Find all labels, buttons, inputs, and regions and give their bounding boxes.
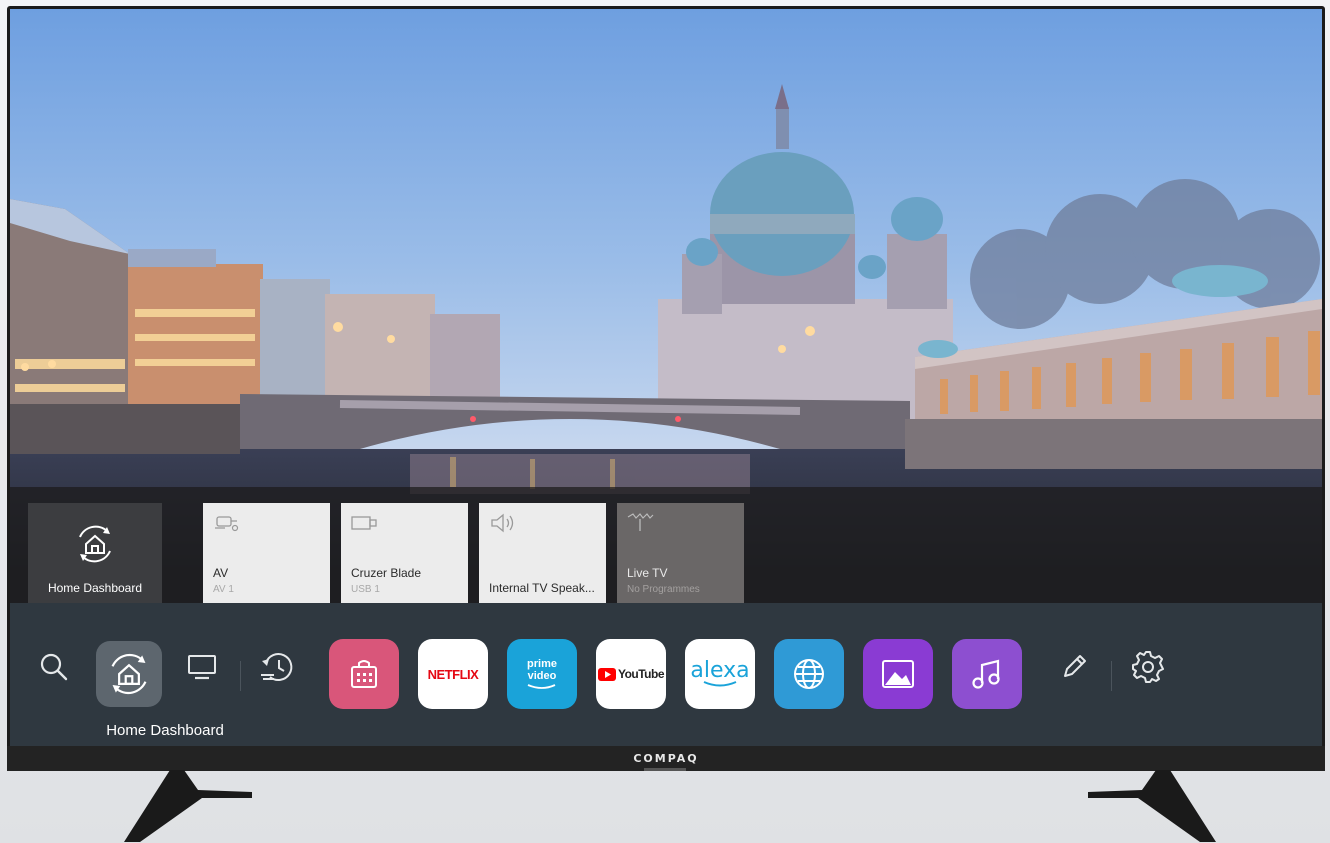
launcher-divider [1111,661,1112,691]
input-card-home-dashboard[interactable]: Home Dashboard [28,503,162,603]
input-card-usb[interactable]: Cruzer Blade USB 1 [341,503,468,603]
app-tile-alexa[interactable]: alexa [685,639,755,709]
input-card-av[interactable]: AV AV 1 [203,503,330,603]
input-card-sublabel: AV 1 [213,584,234,595]
app-tile-web-browser[interactable] [774,639,844,709]
tv-bottom-bezel: COMPAQ [7,746,1325,771]
app-tile-netflix[interactable]: NETFLIX [418,639,488,709]
tv-stand-right [1088,770,1216,842]
av-input-icon [215,516,239,532]
alexa-logo: alexa [690,660,750,688]
settings-gear-icon [1132,651,1164,683]
speaker-icon [491,513,514,533]
input-card-label: Internal TV Speak... [489,581,595,595]
focused-app-label: Home Dashboard [106,722,224,739]
photo-icon [882,660,914,688]
tv-icon [188,655,216,680]
globe-icon [794,659,824,689]
search-button[interactable] [32,645,76,689]
launcher-divider [240,661,241,691]
home-dashboard-button[interactable] [96,641,162,707]
input-card-label: Cruzer Blade [351,566,422,580]
usb-drive-icon [351,516,377,530]
tv-frame: Home Dashboard AV AV 1 Cruzer Blade USB … [7,6,1325,771]
tv-stand-left [124,770,252,842]
recent-inputs-strip: Home Dashboard AV AV 1 Cruzer Blade USB … [10,487,1322,603]
launcher-bar: NETFLIX prime video YouTube alexa Home D… [10,603,1322,746]
input-card-label: Home Dashboard [47,581,143,595]
prime-video-logo: prime video [522,658,562,691]
music-note-icon [972,659,1000,689]
home-dashboard-icon [79,525,111,563]
app-tile-music[interactable] [952,639,1022,709]
input-card-sublabel: USB 1 [351,584,380,595]
app-tile-youtube[interactable]: YouTube [596,639,666,709]
youtube-logo: YouTube [597,667,665,681]
tv-screen: Home Dashboard AV AV 1 Cruzer Blade USB … [10,9,1322,746]
app-tile-prime-video[interactable]: prime video [507,639,577,709]
input-card-speaker[interactable]: Internal TV Speak... [479,503,606,603]
ir-sensor [644,768,686,771]
brand-logo: COMPAQ [633,752,699,765]
edit-button[interactable] [1052,645,1096,689]
edit-pencil-icon [1064,655,1086,677]
search-icon [40,653,68,681]
app-tile-gallery[interactable] [863,639,933,709]
recent-history-button[interactable] [255,645,299,689]
input-card-live-tv[interactable]: Live TV No Programmes [617,503,744,603]
settings-button[interactable] [1126,645,1170,689]
netflix-logo: NETFLIX [427,666,479,682]
antenna-icon [627,513,654,531]
tv-button[interactable] [180,645,224,689]
home-dashboard-icon [111,653,147,695]
input-card-label: AV [213,566,229,580]
app-tile-store[interactable] [329,639,399,709]
input-card-label: Live TV [627,566,668,580]
recent-history-icon [261,653,293,682]
store-bag-icon [351,660,377,688]
input-card-sublabel: No Programmes [627,584,700,595]
